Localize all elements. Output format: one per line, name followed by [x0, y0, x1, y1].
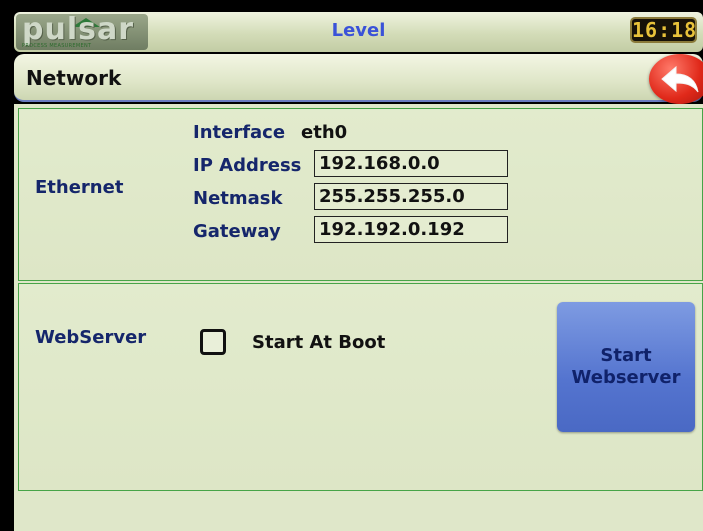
page-title: Network	[26, 66, 122, 90]
webserver-panel: WebServer Start At Boot Start Webserver	[18, 283, 703, 491]
ip-address-field[interactable]: 192.168.0.0	[314, 150, 508, 177]
start-webserver-label: Start Webserver	[571, 345, 681, 388]
top-bar: pulsar PROCESS MEASUREMENT Level 16:18	[14, 12, 703, 52]
logo-subtext: PROCESS MEASUREMENT	[22, 43, 92, 49]
clock-display: 16:18	[630, 17, 698, 43]
back-button[interactable]	[649, 54, 703, 104]
screen: pulsar PROCESS MEASUREMENT Level 16:18 N…	[0, 0, 703, 531]
gateway-label: Gateway	[193, 221, 281, 242]
back-arrow-icon	[661, 65, 699, 93]
netmask-label: Netmask	[193, 188, 283, 209]
ethernet-panel: Ethernet Interface eth0 IP Address 192.1…	[18, 108, 703, 281]
webserver-section-label: WebServer	[35, 327, 147, 348]
interface-value: eth0	[301, 122, 348, 143]
gateway-field[interactable]: 192.192.0.192	[314, 216, 508, 243]
ethernet-section-label: Ethernet	[35, 177, 124, 198]
interface-label: Interface	[193, 122, 286, 143]
start-at-boot-checkbox[interactable]	[200, 329, 226, 355]
page-header: Network	[14, 54, 703, 104]
ip-address-label: IP Address	[193, 155, 302, 176]
start-at-boot-label: Start At Boot	[252, 332, 386, 353]
start-webserver-button[interactable]: Start Webserver	[557, 302, 695, 432]
netmask-field[interactable]: 255.255.255.0	[314, 183, 508, 210]
bottom-strip	[14, 493, 703, 531]
content-area: Ethernet Interface eth0 IP Address 192.1…	[14, 104, 703, 531]
app-title: Level	[331, 20, 386, 41]
